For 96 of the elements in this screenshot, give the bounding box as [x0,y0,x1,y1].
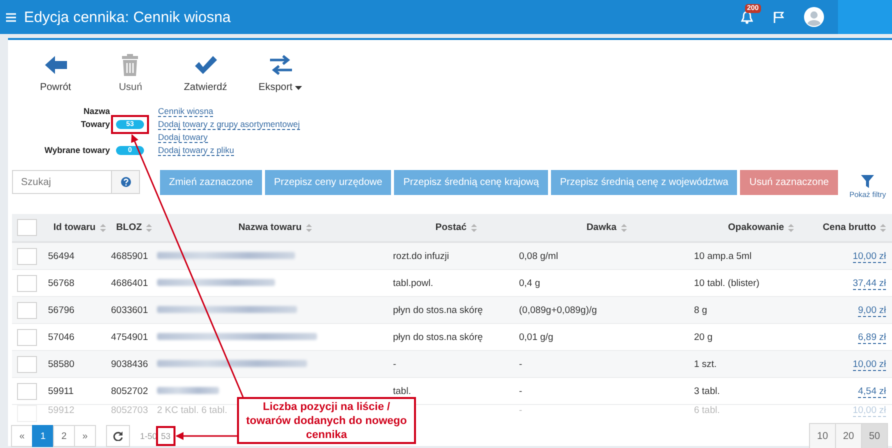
table-cell: 8052702 [111,386,148,396]
column-header[interactable]: Nazwa towaru [238,222,302,233]
table-cell: - [519,386,522,396]
total-count: 53 [161,431,170,441]
help-icon [120,177,130,187]
table-cell: 8052703 [111,405,148,416]
table-cell: tabl. [393,386,411,396]
price-link[interactable]: 10,00 zł [852,358,886,370]
next-page-button[interactable]: » [74,425,96,447]
bell-icon[interactable] [741,10,753,24]
back-arrow-icon [44,54,68,76]
refresh-button[interactable] [106,425,130,447]
row-checkbox[interactable] [17,382,37,400]
price-link[interactable]: 37,44 zł [852,278,886,290]
row-checkbox[interactable] [17,302,37,318]
table-cell: 58580 [48,358,74,370]
field-label: Wybrane towary [43,145,111,156]
page-button[interactable]: 1 [32,425,54,447]
table-cell: płyn do stos.na skórę [393,332,483,342]
toolbar-button[interactable]: Powrót [18,54,93,93]
table-cell: 4754901 [111,332,148,342]
highlight-frame [156,426,176,446]
table-cell: 56796 [48,304,74,316]
page-button[interactable]: 2 [53,425,75,447]
link[interactable]: Cennik wiosna [158,106,214,117]
highlight-frame [111,115,149,134]
link[interactable]: Dodaj towary [158,132,208,143]
page-size-button[interactable]: 10 [809,423,836,448]
link[interactable]: Dodaj towary z pliku [158,145,234,156]
menu-icon[interactable] [6,12,16,22]
table-cell: rozt.do infuzji [393,250,449,262]
sort-icon[interactable] [470,224,477,232]
toolbar-button[interactable]: Eksport [243,54,318,93]
table-cell: 59912 [48,405,74,416]
pointer-arrow [175,432,237,440]
page-size-button[interactable]: 50 [861,423,888,448]
checkbox[interactable] [17,219,37,236]
table-cell: 4685901 [111,250,148,262]
row-checkbox[interactable] [17,274,37,292]
swap-arrows-icon [268,54,292,76]
sort-icon[interactable] [146,224,152,232]
refresh-icon [113,431,123,441]
table-cell: tabl.powl. [393,278,434,288]
sort-icon[interactable] [880,224,886,232]
row-checkbox[interactable] [17,248,37,264]
table-cell: - [393,358,396,370]
table-cell: 59911 [48,386,74,396]
table-cell: 0,4 g [519,278,540,288]
toolbar-button[interactable]: Zatwierdź [168,54,243,93]
table-cell: 0,01 g/g [519,332,554,342]
table-cell: 56494 [48,250,74,262]
sort-icon[interactable] [100,224,106,232]
avatar-icon[interactable] [804,7,824,27]
checkmark-icon [194,54,218,76]
flag-icon[interactable] [773,11,784,23]
link[interactable]: Dodaj towary z grupy asortymentowej [158,119,300,130]
table-cell: 10 amp.a 5ml [694,250,752,262]
column-header[interactable]: Postać [435,222,467,233]
table-cell: 10 tabl. (blister) [694,278,760,288]
page-size-button[interactable]: 20 [835,423,862,448]
table-cell: - [519,405,522,416]
table-cell: 9038436 [111,358,148,370]
field-label: Nazwa [82,106,111,117]
table-cell: 2 KC tabl. 6 tabl. [157,405,228,416]
sort-icon[interactable] [306,224,312,232]
table-cell: 3 tabl. [694,386,720,396]
sort-icon[interactable] [788,224,794,232]
row-checkbox[interactable] [17,356,37,372]
table-cell: 20 g [694,332,712,342]
price-link[interactable]: 6,89 zł [858,332,886,344]
previous-page-button[interactable]: « [11,425,33,447]
row-checkbox[interactable] [17,328,37,346]
filter-icon[interactable] [861,175,874,188]
price-link[interactable]: 10,00 zł [852,250,886,262]
table-cell: 6 tabl. [694,405,720,416]
window-title: Edycja cennika: Cennik wiosna [24,8,231,26]
table-cell: 57046 [48,332,74,342]
field-label: Towary [80,119,111,130]
price-link[interactable]: 9,00 zł [858,304,886,316]
table-cell: 4686401 [111,278,148,288]
table-cell: 0,08 g/ml [519,250,558,262]
table-cell: 8 g [694,304,708,316]
search-field[interactable]: Szukaj [12,170,112,194]
sort-icon[interactable] [620,224,627,232]
help-button[interactable] [112,170,140,194]
table-cell: 56768 [48,278,74,288]
column-header[interactable]: Dawka [586,222,617,233]
table-cell: płyn do stos.na skórę [393,304,483,316]
table-cell: 6033601 [111,304,148,316]
price-link[interactable]: 4,54 zł [858,386,886,398]
callout-box: Liczba pozycji na liście / towarów dodanych do nowego cennika [237,397,416,444]
table-cell: 1 szt. [694,358,717,370]
app-bar-panel [838,0,892,34]
table-cell: (0,089g+0,089g)/g [519,304,597,316]
table-cell: - [519,358,522,370]
column-header[interactable]: Opakowanie [728,222,784,233]
